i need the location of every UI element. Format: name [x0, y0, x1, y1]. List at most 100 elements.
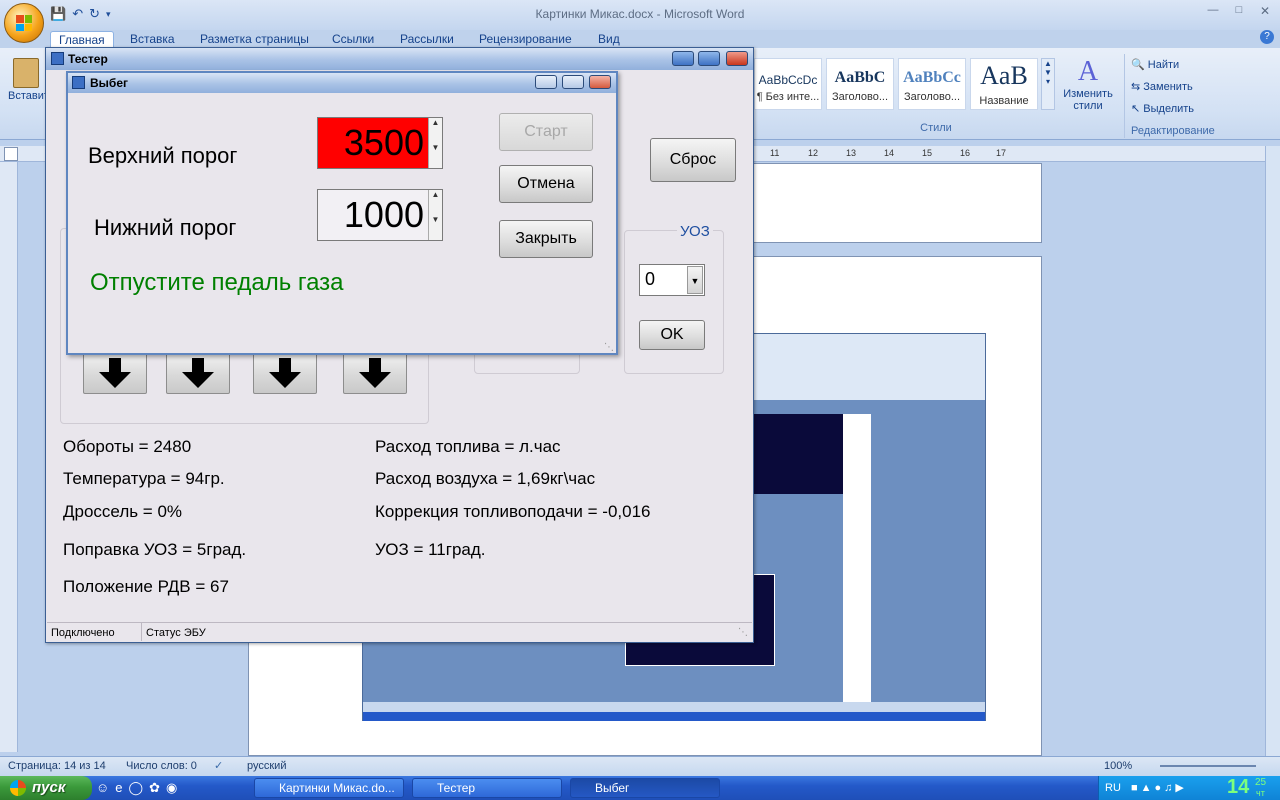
app-icon[interactable]: ✿: [149, 780, 160, 796]
customize-qat-icon[interactable]: ▾: [106, 9, 111, 20]
tester-maximize-button[interactable]: [698, 51, 720, 66]
cancel-button[interactable]: Отмена: [499, 165, 593, 203]
style-name: Заголово...: [903, 91, 961, 103]
tab-review[interactable]: Рецензирование: [471, 31, 580, 48]
tab-insert[interactable]: Вставка: [122, 31, 183, 48]
start-button-disabled[interactable]: Старт: [499, 113, 593, 151]
undo-icon[interactable]: ↶: [72, 6, 83, 22]
embedded-taskbar: [363, 712, 985, 721]
tab-selector-icon[interactable]: [4, 147, 18, 161]
embedded-page: [843, 414, 871, 704]
air-rate-reading: Расход воздуха = 1,69кг\час: [375, 469, 596, 488]
editing-group-label: Редактирование: [1131, 125, 1215, 137]
uoz-select[interactable]: 0 ▼: [639, 264, 705, 296]
replace-button[interactable]: ⇆ Заменить: [1131, 76, 1216, 98]
down-arrow-button-2[interactable]: [166, 352, 230, 394]
upper-threshold-spinner[interactable]: 3500 ▲ ▼: [317, 117, 443, 169]
styles-scroll[interactable]: ▲ ▼ ▾: [1041, 58, 1055, 110]
windows-logo-icon: [10, 780, 26, 796]
down-arrow-button-1[interactable]: [83, 352, 147, 394]
uoz-group-label: УОЗ: [677, 223, 713, 240]
tester-title-bar[interactable]: Тестер: [46, 48, 753, 70]
taskbar-task-word[interactable]: Картинки Микас.do...: [254, 778, 404, 798]
upper-threshold-value[interactable]: 3500: [318, 118, 430, 168]
uoz-correction-reading: Поправка УОЗ = 5град.: [63, 540, 247, 559]
ruler-mark: 11: [770, 148, 780, 158]
change-styles-button[interactable]: A Изменить стили: [1058, 56, 1118, 118]
replace-label: Заменить: [1143, 81, 1193, 93]
tester-minimize-button[interactable]: [672, 51, 694, 66]
ok-button[interactable]: OK: [639, 320, 705, 350]
tester-title: Тестер: [68, 52, 108, 66]
taskbar-task-vybeg[interactable]: Выбег: [570, 778, 720, 798]
keyboard-language[interactable]: RU: [1105, 782, 1121, 794]
lower-threshold-spinner[interactable]: 1000 ▲ ▼: [317, 189, 443, 241]
styles-group-label: Стили: [920, 122, 952, 134]
resize-grip-icon[interactable]: ⋱: [604, 342, 614, 353]
style-heading-2[interactable]: AaBbCc Заголово...: [898, 58, 966, 110]
clock-minute: 25: [1255, 777, 1267, 788]
rpm-reading: Обороты = 2480: [63, 437, 192, 456]
down-arrow-button-3[interactable]: [253, 352, 317, 394]
resize-grip-icon[interactable]: ⋱: [738, 624, 748, 642]
redo-icon[interactable]: ↻: [89, 6, 100, 22]
spin-up-icon[interactable]: ▲: [428, 190, 442, 215]
vybeg-close-button[interactable]: [589, 75, 611, 89]
uoz-select-value: 0: [645, 269, 656, 289]
find-button[interactable]: 🔍 Найти: [1131, 54, 1216, 76]
tab-home[interactable]: Главная: [50, 31, 114, 48]
spin-down-icon[interactable]: ▼: [428, 215, 442, 240]
word-close-icon[interactable]: ✕: [1254, 4, 1276, 18]
vybeg-maximize-button[interactable]: [562, 75, 584, 89]
zoom-slider[interactable]: [1160, 765, 1256, 767]
embedded-status-bar: [363, 702, 985, 712]
task-label: Картинки Микас.do...: [279, 781, 395, 795]
ie-icon[interactable]: e: [115, 780, 122, 796]
tester-close-button[interactable]: [726, 51, 748, 66]
chrome-icon[interactable]: ◉: [166, 780, 177, 796]
save-icon[interactable]: 💾: [50, 6, 66, 22]
paste-label: Вставить: [8, 90, 55, 102]
vybeg-minimize-button[interactable]: [535, 75, 557, 89]
style-no-spacing[interactable]: AaBbCcDc ¶ Без инте...: [754, 58, 822, 110]
paste-button[interactable]: Вставить: [8, 56, 55, 116]
page-count[interactable]: Страница: 14 из 14: [8, 757, 106, 775]
style-heading-1[interactable]: AaBbC Заголово...: [826, 58, 894, 110]
tray-icons[interactable]: ■▲●♫▶: [1131, 781, 1187, 794]
spin-up-icon[interactable]: ▲: [428, 118, 442, 143]
lower-threshold-value[interactable]: 1000: [318, 190, 430, 240]
editing-group: 🔍 Найти ⇆ Заменить ↖ Выделить Редактиров…: [1124, 54, 1216, 138]
help-icon[interactable]: ?: [1260, 30, 1274, 44]
cursor-icon: ↖: [1131, 103, 1141, 115]
select-button[interactable]: ↖ Выделить: [1131, 98, 1216, 120]
binoculars-icon: 🔍: [1131, 59, 1145, 71]
word-minimize-icon[interactable]: —: [1202, 4, 1224, 18]
smiley-icon[interactable]: ☺: [96, 780, 109, 796]
style-name: Название: [979, 95, 1029, 107]
word-count[interactable]: Число слов: 0: [126, 757, 197, 775]
word-maximize-icon[interactable]: □: [1228, 4, 1250, 18]
ecu-status: Статус ЭБУ: [146, 627, 206, 639]
close-button[interactable]: Закрыть: [499, 220, 593, 258]
close-label: Закрыть: [515, 230, 577, 247]
browser-icon[interactable]: ◯: [129, 780, 144, 796]
tab-references[interactable]: Ссылки: [324, 31, 382, 48]
down-arrow-button-4[interactable]: [343, 352, 407, 394]
tab-mailings[interactable]: Рассылки: [392, 31, 462, 48]
word-window-controls: — □ ✕: [1202, 4, 1276, 18]
chevron-down-icon[interactable]: ▼: [687, 266, 703, 294]
start-button[interactable]: пуск: [0, 776, 92, 800]
tab-view[interactable]: Вид: [590, 31, 628, 48]
style-title[interactable]: AaB Название: [970, 58, 1038, 110]
office-button[interactable]: [4, 3, 44, 43]
quick-launch: ☺ e ◯ ✿ ◉: [96, 780, 177, 796]
proofing-icon[interactable]: ✓: [214, 757, 223, 775]
taskbar-task-tester[interactable]: Тестер: [412, 778, 562, 798]
reset-button[interactable]: Сброс: [650, 138, 736, 182]
zoom-level[interactable]: 100%: [1104, 757, 1132, 775]
tab-page-layout[interactable]: Разметка страницы: [192, 31, 317, 48]
vybeg-title-bar[interactable]: Выбег: [68, 73, 616, 93]
vertical-scrollbar[interactable]: [1265, 146, 1280, 756]
language[interactable]: русский: [247, 757, 286, 775]
spin-down-icon[interactable]: ▼: [428, 143, 442, 168]
